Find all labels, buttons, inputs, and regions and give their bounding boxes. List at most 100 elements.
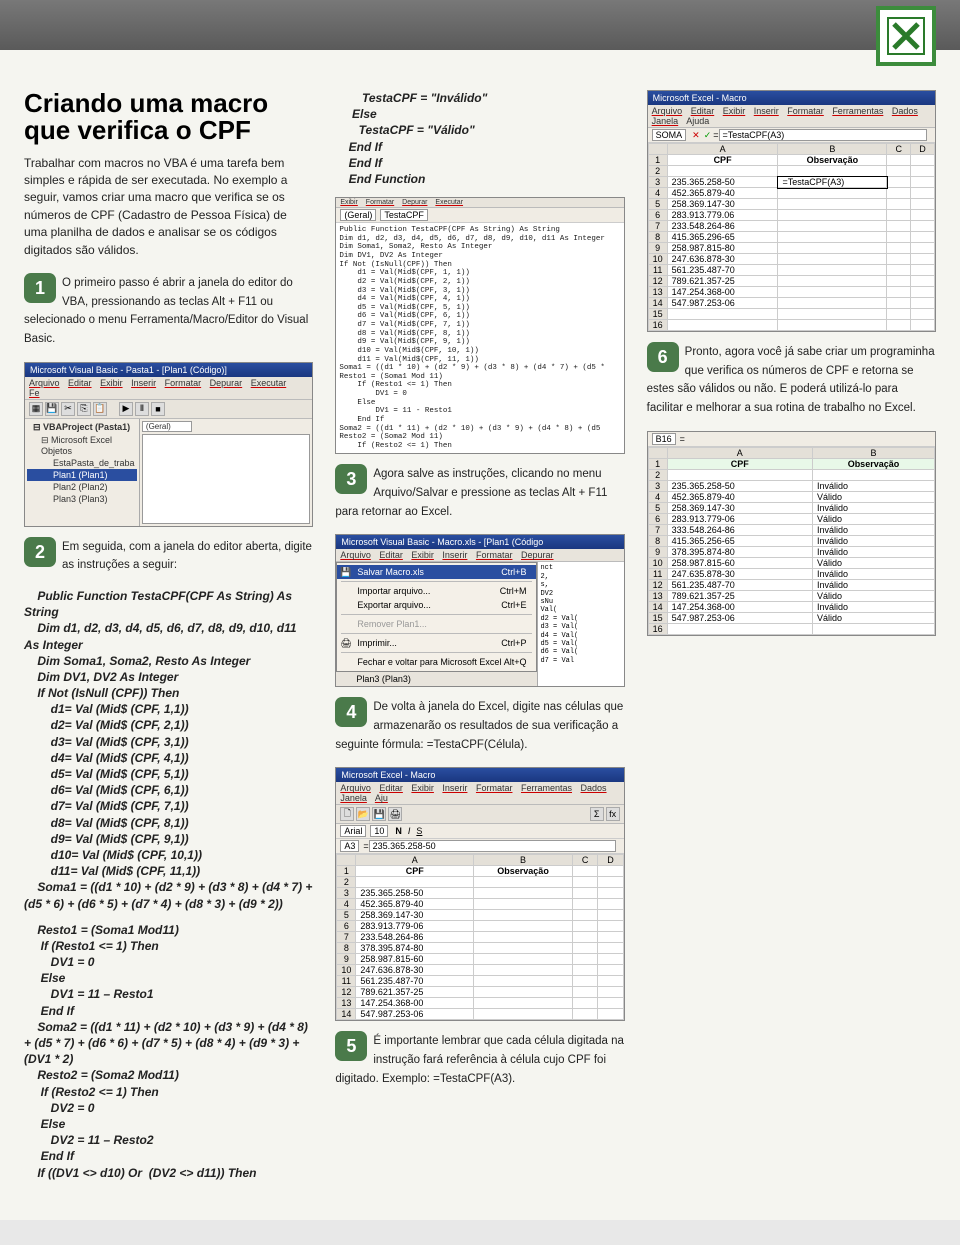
menu-depurar[interactable]: Depurar	[210, 378, 243, 388]
menu-inserir[interactable]: Inserir	[442, 783, 467, 793]
tree-item[interactable]: Plan2 (Plan2)	[27, 481, 137, 493]
excel-icon[interactable]: ▦	[29, 402, 43, 416]
object-dropdown[interactable]: (Geral)	[142, 421, 192, 432]
name-box[interactable]: B16	[652, 433, 676, 445]
font-size-dropdown[interactable]: 10	[370, 825, 388, 837]
run-icon[interactable]: ▶	[119, 402, 133, 416]
step-text: Em seguida, com a janela do editor abert…	[62, 541, 312, 572]
file-menu-dropdown[interactable]: 💾Salvar Macro.xlsCtrl+B Importar arquivo…	[336, 562, 537, 672]
step-3: 3 Agora salve as instruções, clicando no…	[335, 464, 624, 520]
sum-icon[interactable]: Σ	[590, 807, 604, 821]
menu-item-close[interactable]: Fechar e voltar para Microsoft ExcelAlt+…	[337, 655, 536, 669]
menu-item-import[interactable]: Importar arquivo...Ctrl+M	[337, 584, 536, 598]
menu-formatar[interactable]: Formatar	[476, 783, 513, 793]
print-icon[interactable]: 🖨	[388, 807, 402, 821]
window-title: Microsoft Visual Basic - Pasta1 - [Plan1…	[25, 363, 312, 377]
menubar[interactable]: Arquivo Editar Exibir Inserir Formatar F…	[336, 782, 623, 805]
menu-item-remove: Remover Plan1...	[337, 617, 536, 631]
menubar[interactable]: Arquivo Editar Exibir Inserir Formatar F…	[648, 105, 935, 128]
spreadsheet-grid[interactable]: ABCD 1CPFObservação 2 3235.365.258-50=Te…	[648, 143, 935, 331]
menu-item-print[interactable]: 🖨Imprimir...Ctrl+P	[337, 636, 536, 650]
menu-formatar[interactable]: Formatar	[476, 550, 513, 560]
step-badge: 4	[335, 697, 367, 727]
save-icon[interactable]: 💾	[372, 807, 386, 821]
step-badge: 1	[24, 273, 56, 303]
spreadsheet-grid[interactable]: AB 1CPFObservação 2 3235.365.258-50Invál…	[648, 447, 935, 635]
menu-inserir[interactable]: Inserir	[131, 378, 156, 388]
menu-item-save[interactable]: 💾Salvar Macro.xlsCtrl+B	[337, 565, 536, 579]
menu-depurar[interactable]: Depurar	[521, 550, 554, 560]
header-bar	[0, 0, 960, 50]
name-box[interactable]: SOMA	[652, 129, 687, 141]
menubar[interactable]: Arquivo Editar Exibir Inserir Formatar D…	[25, 377, 312, 400]
save-icon: 💾	[340, 567, 351, 578]
code-pane[interactable]: (Geral)	[140, 419, 312, 526]
code-editor[interactable]: Public Function TestaCPF(CPF As String) …	[336, 223, 623, 453]
formula-bar[interactable]: =TestaCPF(A3)	[719, 129, 927, 141]
pause-icon[interactable]: Ⅱ	[135, 402, 149, 416]
fx-icon[interactable]: fx	[606, 807, 620, 821]
window-title: Microsoft Visual Basic - Macro.xls - [Pl…	[336, 535, 623, 549]
article-intro: Trabalhar com macros no VBA é uma tarefa…	[24, 155, 313, 259]
menu-exibir[interactable]: Exibir	[411, 783, 434, 793]
step-badge: 3	[335, 464, 367, 494]
menu-item-export[interactable]: Exportar arquivo...Ctrl+E	[337, 598, 536, 612]
menu-dados[interactable]: Dados	[581, 783, 607, 793]
cancel-icon[interactable]: ✕	[692, 130, 700, 141]
menu-exibir[interactable]: Exibir	[411, 550, 434, 560]
object-dropdown[interactable]: (Geral)	[340, 209, 376, 221]
new-icon[interactable]: 🗋	[340, 807, 354, 821]
copy-icon[interactable]: ⎘	[77, 402, 91, 416]
print-icon: 🖨	[340, 638, 351, 649]
step-2: 2 Em seguida, com a janela do editor abe…	[24, 537, 313, 574]
article-title: Criando uma macro que verifica o CPF	[24, 90, 313, 145]
menu-arquivo[interactable]: Arquivo	[29, 378, 60, 388]
open-icon[interactable]: 📂	[356, 807, 370, 821]
project-tree[interactable]: ⊟ VBAProject (Pasta1) ⊟ Microsoft Excel …	[25, 419, 140, 526]
confirm-icon[interactable]: ✓	[704, 130, 712, 141]
menu-executar[interactable]: Executar	[251, 378, 287, 388]
menu-arquivo[interactable]: Arquivo	[340, 783, 371, 793]
step-badge: 2	[24, 537, 56, 567]
menu-formatar[interactable]: Formatar	[165, 378, 202, 388]
tree-folder[interactable]: ⊟ Microsoft Excel Objetos	[27, 434, 137, 457]
formula-bar[interactable]: 235.365.258-50	[369, 840, 616, 852]
window-title: Microsoft Excel - Macro	[648, 91, 935, 105]
menu-editar[interactable]: Editar	[379, 550, 403, 560]
menu-ferramentas[interactable]: Ferramentas	[521, 783, 572, 793]
menu-editar[interactable]: Editar	[379, 783, 403, 793]
menu-janela[interactable]: Janela	[340, 793, 367, 803]
tree-item[interactable]: Plan3 (Plan3)	[336, 672, 537, 686]
tree-root[interactable]: ⊟ VBAProject (Pasta1)	[27, 421, 137, 434]
toolbar[interactable]: ▦ 💾 ✂ ⎘ 📋 ▶ Ⅱ ■	[25, 400, 312, 419]
menubar[interactable]: Arquivo Editar Exibir Inserir Formatar D…	[336, 549, 623, 562]
step-6: 6 Pronto, agora você já sabe criar um pr…	[647, 342, 936, 417]
step-5: 5 É importante lembrar que cada célula d…	[335, 1031, 624, 1087]
menubar[interactable]: Exibir Formatar Depurar Executar	[336, 198, 623, 208]
step-badge: 6	[647, 342, 679, 372]
menu-ajuda[interactable]: Aju	[375, 793, 388, 803]
excel-screenshot-4: Microsoft Excel - Macro Arquivo Editar E…	[335, 767, 624, 1021]
code-listing-1: Public Function TestaCPF(CPF As String) …	[24, 588, 313, 912]
spreadsheet-grid[interactable]: ABCD 1CPFObservação 2 3235.365.258-50 44…	[336, 854, 623, 1020]
menu-editar[interactable]: Editar	[68, 378, 92, 388]
tree-item[interactable]: EstaPasta_de_traba	[27, 457, 137, 469]
font-name-dropdown[interactable]: Arial	[340, 825, 366, 837]
paste-icon[interactable]: 📋	[93, 402, 107, 416]
proc-dropdown[interactable]: TestaCPF	[380, 209, 428, 221]
code-peek: nct2,s,DV2sNuVal(d2 = Val(d3 = Val(d4 = …	[537, 562, 623, 686]
tree-item-selected[interactable]: Plan1 (Plan1)	[27, 469, 137, 481]
menu-arquivo[interactable]: Arquivo	[340, 550, 371, 560]
menu-inserir[interactable]: Inserir	[442, 550, 467, 560]
vbe-screenshot-2: Exibir Formatar Depurar Executar (Geral)…	[335, 197, 624, 454]
step-text: O primeiro passo é abrir a janela do edi…	[24, 277, 308, 345]
excel-badge-icon	[876, 6, 936, 66]
cut-icon[interactable]: ✂	[61, 402, 75, 416]
step-text: É importante lembrar que cada célula dig…	[335, 1035, 624, 1084]
name-box[interactable]: A3	[340, 840, 359, 852]
menu-exibir[interactable]: Exibir	[100, 378, 123, 388]
save-icon[interactable]: 💾	[45, 402, 59, 416]
tree-item[interactable]: Plan3 (Plan3)	[27, 493, 137, 505]
menu-fe[interactable]: Fe	[29, 388, 40, 398]
stop-icon[interactable]: ■	[151, 402, 165, 416]
